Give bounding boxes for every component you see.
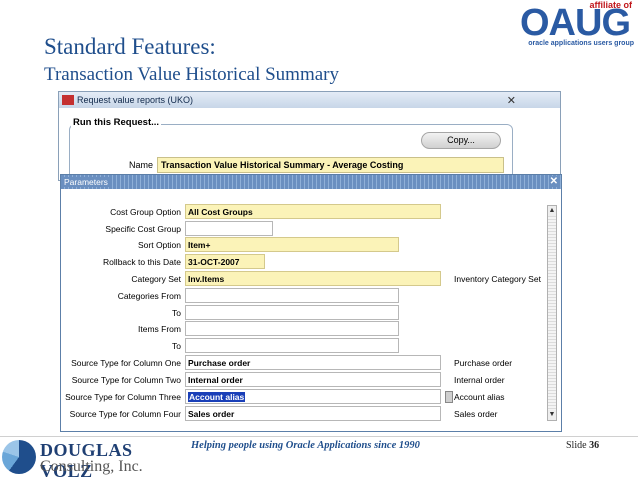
close-icon[interactable]: ✕: [549, 176, 558, 187]
parameters-title: Parameters: [64, 177, 111, 187]
slide-number-value: 36: [589, 440, 600, 451]
param-label: Categories From: [117, 291, 181, 301]
param-row: Sort Option Item+: [61, 236, 551, 253]
param-label: Specific Cost Group: [105, 224, 181, 234]
oaug-logo: affiliate of OAUG oracle applications us…: [500, 0, 638, 56]
param-label: Source Type for Column One: [71, 358, 181, 368]
source-type-four-field[interactable]: Sales order: [185, 406, 441, 421]
source-type-one-description: Purchase order: [454, 358, 513, 368]
param-row: Categories From: [61, 287, 551, 304]
scroll-down-icon[interactable]: ▼: [548, 410, 556, 420]
parameters-titlebar[interactable]: Parameters: [61, 175, 561, 189]
param-label: Cost Group Option: [110, 207, 181, 217]
footer-tagline: Helping people using Oracle Applications…: [191, 440, 420, 451]
oaug-wordmark: OAUG: [520, 2, 631, 44]
items-to-field[interactable]: [185, 338, 399, 353]
slide-label: Slide: [566, 440, 587, 451]
param-row: Source Type for Column Two Internal orde…: [61, 371, 551, 388]
param-row: To: [61, 304, 551, 321]
list-of-values-icon[interactable]: [445, 391, 453, 403]
oracle-app-icon: [62, 95, 74, 105]
source-type-four-description: Sales order: [454, 409, 498, 419]
param-label: Source Type for Column Three: [65, 392, 181, 402]
rollback-date-field[interactable]: 31-OCT-2007: [185, 254, 265, 269]
param-row: Source Type for Column Three Account ali…: [61, 388, 551, 405]
vertical-scrollbar[interactable]: ▲ ▼: [547, 205, 557, 421]
param-label: Source Type for Column Four: [69, 409, 181, 419]
close-icon[interactable]: ✕: [507, 94, 516, 107]
param-label: To: [172, 341, 181, 351]
param-row: Category Set Inv.Items Inventory Categor…: [61, 270, 551, 287]
categories-to-field[interactable]: [185, 305, 399, 320]
slide-title: Standard Features:: [44, 34, 216, 59]
douglas-volz-logo: DOUGLAS VOLZ Consulting, Inc.: [2, 436, 182, 478]
param-row: Source Type for Column Four Sales order …: [61, 405, 551, 422]
source-type-one-field[interactable]: Purchase order: [185, 355, 441, 370]
parameters-window: Parameters ✕ Cost Group Option All Cost …: [60, 174, 562, 432]
param-row: Source Type for Column One Purchase orde…: [61, 354, 551, 371]
company-subtitle: Consulting, Inc.: [40, 458, 143, 475]
request-window-title: Request value reports (UKO): [77, 95, 194, 105]
oaug-subtitle: oracle applications users group: [528, 40, 634, 47]
source-type-two-description: Internal order: [454, 375, 505, 385]
slide-number: Slide 36: [566, 440, 599, 451]
param-row: Items From: [61, 320, 551, 337]
param-label: To: [172, 308, 181, 318]
param-row: Cost Group Option All Cost Groups: [61, 203, 551, 220]
items-from-field[interactable]: [185, 321, 399, 336]
category-set-description: Inventory Category Set: [454, 274, 541, 284]
request-window: Request value reports (UKO) ✕ Run this R…: [58, 91, 561, 184]
run-request-label: Run this Request...: [71, 117, 162, 128]
cost-group-option-field[interactable]: All Cost Groups: [185, 204, 441, 219]
name-label: Name: [129, 160, 154, 170]
param-label: Items From: [138, 324, 181, 334]
sort-option-field[interactable]: Item+: [185, 237, 399, 252]
param-label: Source Type for Column Two: [71, 375, 181, 385]
source-type-two-field[interactable]: Internal order: [185, 372, 441, 387]
param-row: Specific Cost Group: [61, 220, 551, 237]
request-window-titlebar[interactable]: Request value reports (UKO): [59, 92, 560, 108]
param-label: Category Set: [131, 274, 181, 284]
param-row: To: [61, 337, 551, 354]
slide-subtitle: Transaction Value Historical Summary: [44, 64, 339, 85]
category-set-field[interactable]: Inv.Items: [185, 271, 441, 286]
specific-cost-group-field[interactable]: [185, 221, 273, 236]
name-field[interactable]: Transaction Value Historical Summary - A…: [157, 157, 504, 173]
copy-button[interactable]: Copy...: [421, 132, 501, 149]
param-label: Rollback to this Date: [103, 257, 181, 267]
param-label: Sort Option: [138, 240, 181, 250]
selected-text: Account alias: [188, 392, 246, 402]
scroll-up-icon[interactable]: ▲: [548, 206, 556, 216]
param-row: Rollback to this Date 31-OCT-2007: [61, 253, 551, 270]
source-type-three-description: Account alias: [454, 392, 505, 402]
source-type-three-field[interactable]: Account alias: [185, 389, 441, 404]
globe-icon: [2, 440, 36, 474]
categories-from-field[interactable]: [185, 288, 399, 303]
